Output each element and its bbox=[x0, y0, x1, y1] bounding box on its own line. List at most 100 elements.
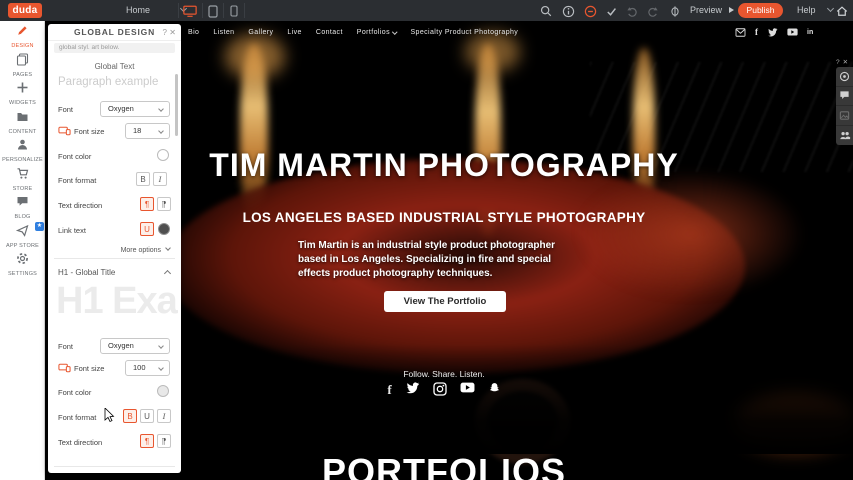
gear-icon bbox=[16, 252, 29, 265]
youtube-icon[interactable] bbox=[460, 382, 475, 393]
underline-button[interactable]: U bbox=[140, 222, 154, 236]
h1-bold-button[interactable]: B bbox=[123, 409, 137, 423]
link-text-label: Link text bbox=[58, 226, 86, 235]
h1-direction-rtl-button[interactable]: ¶ bbox=[157, 434, 171, 448]
person-icon bbox=[16, 138, 29, 151]
font-select[interactable]: Oxygen bbox=[100, 101, 170, 117]
page-selector[interactable]: Home bbox=[126, 0, 186, 21]
facebook-icon[interactable]: f bbox=[755, 27, 758, 37]
nav-link-portfolios[interactable]: Portfolios bbox=[357, 29, 397, 36]
nav-link-gallery[interactable]: Gallery bbox=[248, 29, 273, 36]
dev-mode-button[interactable] bbox=[668, 4, 682, 18]
font-color-swatch[interactable] bbox=[157, 149, 169, 161]
paragraph-example-preview: Paragraph example bbox=[58, 76, 158, 88]
linkedin-icon[interactable]: in bbox=[807, 29, 813, 36]
email-icon[interactable] bbox=[735, 28, 746, 37]
sidebar-item-content[interactable]: CONTENT bbox=[0, 107, 45, 136]
h1-direction-ltr-button[interactable]: ¶ bbox=[140, 434, 154, 448]
h1-font-select[interactable]: Oxygen bbox=[100, 338, 170, 354]
save-check-button[interactable] bbox=[604, 4, 618, 18]
team-button[interactable] bbox=[836, 126, 853, 146]
redo-button[interactable] bbox=[646, 4, 660, 18]
nav-link-listen[interactable]: Listen bbox=[213, 29, 234, 36]
sidebar-item-blog[interactable]: BLOG bbox=[0, 192, 45, 221]
collapse-section-button[interactable] bbox=[164, 270, 171, 277]
more-options-link[interactable]: More options bbox=[121, 246, 170, 254]
undo-button[interactable] bbox=[625, 4, 639, 18]
facebook-icon[interactable]: f bbox=[387, 382, 391, 398]
insights-icon bbox=[839, 71, 850, 82]
twitter-icon[interactable] bbox=[405, 382, 420, 394]
media-button[interactable] bbox=[836, 106, 853, 126]
view-portfolio-button[interactable]: View The Portfolio bbox=[384, 291, 506, 312]
desktop-icon bbox=[183, 5, 197, 18]
overlay-header: ?✕ bbox=[836, 58, 853, 66]
instagram-icon[interactable] bbox=[433, 382, 447, 396]
pages-icon bbox=[16, 53, 29, 66]
feedback-button[interactable] bbox=[583, 4, 597, 18]
italic-button[interactable]: I bbox=[153, 172, 167, 186]
publish-button[interactable]: Publish bbox=[738, 3, 783, 18]
youtube-icon[interactable] bbox=[787, 28, 798, 36]
overlay-close-button[interactable]: ✕ bbox=[843, 59, 851, 66]
overlay-help-button[interactable]: ? bbox=[836, 59, 843, 66]
link-color-swatch[interactable] bbox=[158, 223, 170, 235]
h1-font-color-swatch[interactable] bbox=[157, 385, 169, 397]
panel-help-button[interactable]: ? bbox=[163, 24, 167, 41]
sidebar-item-pages[interactable]: PAGES bbox=[0, 50, 45, 79]
nav-link-contact[interactable]: Contact bbox=[316, 29, 343, 36]
desktop-view-button[interactable] bbox=[183, 4, 197, 18]
panel-scrollbar[interactable] bbox=[175, 74, 178, 136]
preview-button[interactable]: Preview bbox=[690, 0, 734, 21]
h1-example-preview: H1 Example bbox=[56, 280, 178, 323]
info-button[interactable] bbox=[561, 4, 575, 18]
nav-link-bio[interactable]: Bio bbox=[188, 29, 199, 36]
h1-font-size-select[interactable]: 100 bbox=[125, 360, 170, 376]
h1-font-format-label: Font format bbox=[58, 413, 96, 422]
text-direction-label: Text direction bbox=[58, 201, 102, 210]
tablet-view-button[interactable] bbox=[206, 4, 220, 18]
panel-intro-clipped: global styl. art below. bbox=[54, 43, 175, 53]
search-button[interactable] bbox=[539, 4, 553, 18]
hero-description: Tim Martin is an industrial style produc… bbox=[298, 239, 578, 282]
h1-font-size-label: Font size bbox=[74, 364, 104, 373]
font-color-label: Font color bbox=[58, 152, 91, 161]
redo-icon bbox=[647, 5, 659, 17]
sidebar-item-personalize[interactable]: PERSONALIZE bbox=[0, 135, 45, 164]
h1-underline-button[interactable]: U bbox=[140, 409, 154, 423]
h1-italic-button[interactable]: I bbox=[157, 409, 171, 423]
mobile-view-button[interactable] bbox=[227, 4, 241, 18]
nav-link-live[interactable]: Live bbox=[287, 29, 301, 36]
divider bbox=[223, 3, 224, 18]
folder-icon bbox=[16, 110, 29, 123]
insights-button[interactable] bbox=[836, 67, 853, 87]
snapchat-icon[interactable] bbox=[488, 382, 501, 395]
mobile-icon bbox=[230, 5, 238, 17]
h1-section-title: H1 - Global Title bbox=[58, 268, 115, 277]
direction-rtl-button[interactable]: ¶ bbox=[157, 197, 171, 211]
sidebar-item-widgets[interactable]: WIDGETS bbox=[0, 78, 45, 107]
sidebar-item-app-store[interactable]: ★ APP STORE bbox=[0, 221, 45, 250]
panel-close-button[interactable]: ✕ bbox=[169, 24, 176, 41]
divider bbox=[244, 3, 245, 18]
divider bbox=[54, 258, 175, 259]
font-size-select[interactable]: 18 bbox=[125, 123, 170, 139]
app-store-icon bbox=[16, 224, 29, 237]
sidebar-item-design[interactable]: DESIGN bbox=[0, 21, 45, 50]
divider bbox=[202, 3, 203, 18]
dashboard-home-button[interactable] bbox=[835, 4, 849, 18]
bold-button[interactable]: B bbox=[136, 172, 150, 186]
sidebar-item-store[interactable]: STORE bbox=[0, 164, 45, 193]
speech-bubble-icon bbox=[16, 195, 29, 208]
sidebar-item-settings[interactable]: SETTINGS bbox=[0, 249, 45, 278]
global-design-panel: GLOBAL DESIGN ? ✕ global styl. art below… bbox=[48, 24, 181, 473]
direction-ltr-button[interactable]: ¶ bbox=[140, 197, 154, 211]
chevron-down-icon bbox=[827, 5, 834, 12]
help-menu[interactable]: Help bbox=[797, 0, 833, 21]
twitter-icon[interactable] bbox=[767, 28, 778, 37]
comments-button[interactable] bbox=[836, 87, 853, 107]
nav-link-specialty[interactable]: Specialty Product Photography bbox=[410, 29, 518, 36]
font-size-label: Font size bbox=[74, 127, 104, 136]
duda-logo[interactable]: duda bbox=[8, 3, 42, 18]
chevron-down-icon bbox=[165, 245, 171, 251]
